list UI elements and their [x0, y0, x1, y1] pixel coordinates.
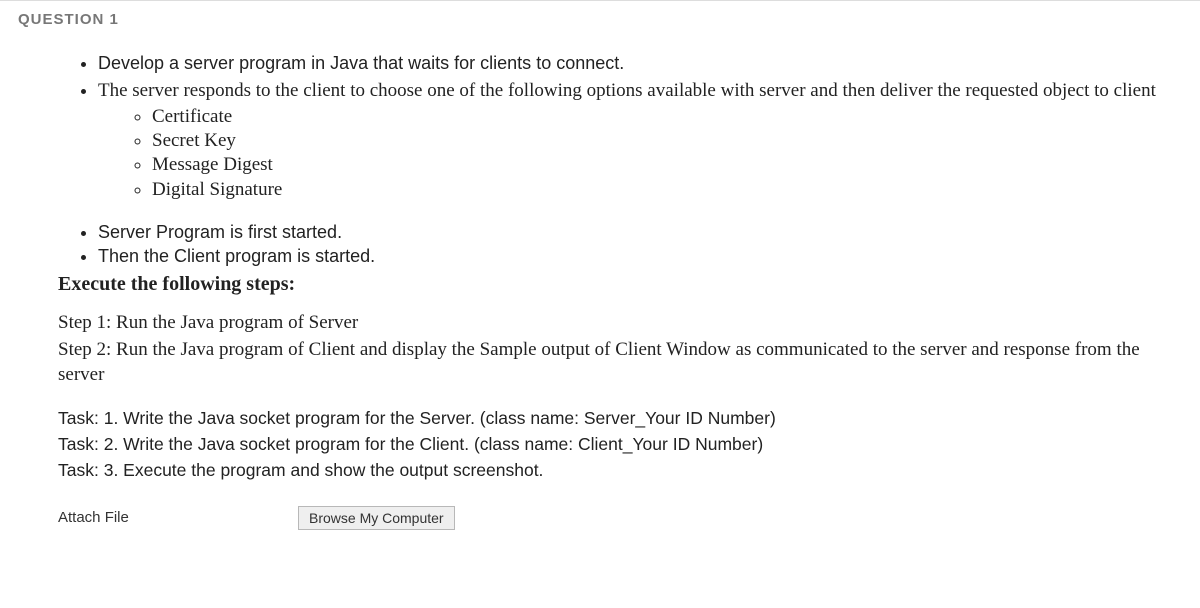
intro-item-text: The server responds to the client to cho…: [98, 80, 1156, 101]
question-header: QUESTION 1: [18, 11, 1182, 28]
tasks-block: Task: 1. Write the Java socket program f…: [58, 405, 1152, 484]
sequence-item: Then the Client program is started.: [98, 244, 1162, 268]
option-item: Secret Key: [152, 129, 1162, 153]
option-item: Certificate: [152, 105, 1162, 129]
task-2: Task: 2. Write the Java socket program f…: [58, 431, 1152, 457]
option-item: Message Digest: [152, 153, 1162, 177]
execute-heading: Execute the following steps:: [58, 273, 1182, 296]
browse-my-computer-button[interactable]: Browse My Computer: [298, 506, 455, 530]
sequence-list: Server Program is first started. Then th…: [78, 220, 1182, 269]
step-2: Step 2: Run the Java program of Client a…: [58, 337, 1152, 387]
option-item: Digital Signature: [152, 178, 1162, 202]
options-list: Certificate Secret Key Message Digest Di…: [98, 105, 1162, 202]
step-1: Step 1: Run the Java program of Server: [58, 310, 1152, 335]
attach-row: Attach File Browse My Computer: [58, 506, 1182, 530]
intro-list: Develop a server program in Java that wa…: [78, 52, 1182, 202]
sequence-item: Server Program is first started.: [98, 220, 1162, 244]
question-container: QUESTION 1 Develop a server program in J…: [0, 1, 1200, 530]
intro-item: The server responds to the client to cho…: [98, 78, 1162, 202]
attach-label: Attach File: [58, 509, 298, 526]
task-1: Task: 1. Write the Java socket program f…: [58, 405, 1152, 431]
intro-item: Develop a server program in Java that wa…: [98, 52, 1162, 76]
task-3: Task: 3. Execute the program and show th…: [58, 457, 1152, 483]
